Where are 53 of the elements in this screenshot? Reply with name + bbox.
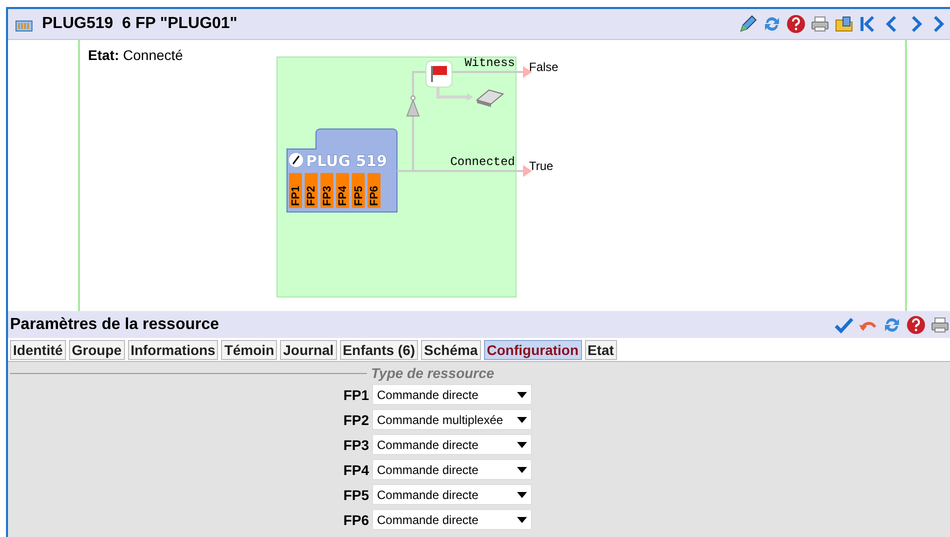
output-label: Witness xyxy=(464,56,515,70)
caret-icon xyxy=(517,392,527,398)
dropdown[interactable]: Commande directe xyxy=(372,434,532,455)
port-tag: FP6 xyxy=(368,173,380,208)
panel-title: Paramètres de la ressource xyxy=(10,316,220,334)
help-icon[interactable] xyxy=(786,14,806,34)
switch-icon xyxy=(289,153,303,167)
field-label: FP6 xyxy=(342,512,369,528)
port-tag: FP3 xyxy=(320,173,334,208)
tab[interactable]: Schéma xyxy=(421,340,481,360)
field-label: FP4 xyxy=(342,462,369,478)
tab[interactable]: Configuration xyxy=(484,340,582,360)
edit-icon[interactable] xyxy=(738,14,758,34)
help-icon[interactable] xyxy=(906,314,926,334)
caret-icon xyxy=(517,516,527,522)
device-icon xyxy=(476,89,504,107)
printer-icon[interactable] xyxy=(810,14,830,34)
secondary-arrow xyxy=(436,87,473,101)
caret-icon xyxy=(517,416,527,422)
gate-icon xyxy=(406,96,420,116)
tab[interactable]: Informations xyxy=(128,340,218,360)
printer-icon[interactable] xyxy=(930,314,950,334)
field-label: FP3 xyxy=(342,436,369,452)
caret-icon xyxy=(517,442,527,448)
output-value: True xyxy=(529,159,554,173)
folder-icon[interactable] xyxy=(834,14,854,34)
dropdown[interactable]: Commande directe xyxy=(372,384,532,405)
section-title: Type de ressource xyxy=(371,365,494,381)
tab[interactable]: Témoin xyxy=(221,340,278,360)
tab[interactable]: Groupe xyxy=(68,340,125,360)
node-title: PLUG 519 xyxy=(306,152,388,170)
field-label: FP5 xyxy=(342,486,369,502)
output-label: Connected xyxy=(450,155,515,169)
tab[interactable]: Journal xyxy=(280,340,337,360)
tab[interactable]: Etat xyxy=(584,340,617,360)
flag-icon xyxy=(426,60,452,88)
tab[interactable]: Identité xyxy=(10,340,66,360)
port-tag: FP5 xyxy=(352,173,365,208)
caret-icon xyxy=(517,466,527,472)
dropdown[interactable]: Commande directe xyxy=(372,459,532,480)
caret-icon xyxy=(517,492,527,498)
output-value: False xyxy=(529,60,558,74)
window-title: PLUG519 6 FP "PLUG01" xyxy=(42,15,238,33)
port-tag: FP1 xyxy=(289,173,302,208)
status-text: Etat: Connecté xyxy=(88,47,183,63)
port-tag: FP2 xyxy=(304,173,318,208)
dropdown[interactable]: Commande directe xyxy=(372,484,532,505)
dropdown[interactable]: Commande directe xyxy=(372,509,532,530)
port-tag: FP4 xyxy=(336,173,350,208)
field-label: FP1 xyxy=(342,386,369,402)
dropdown[interactable]: Commande multiplexée xyxy=(372,409,532,430)
field-label: FP2 xyxy=(342,412,369,428)
tab[interactable]: Enfants (6) xyxy=(340,340,418,360)
